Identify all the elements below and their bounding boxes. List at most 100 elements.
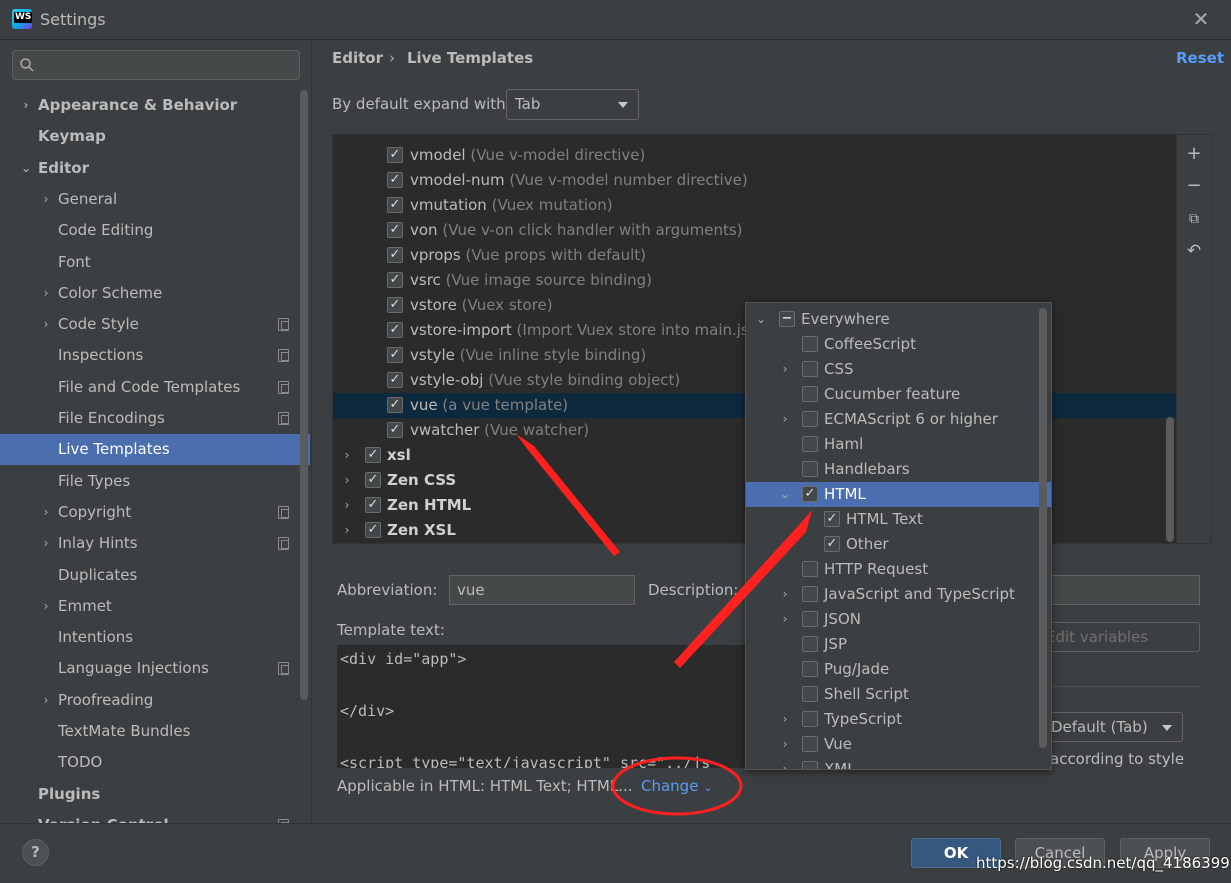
context-item-everywhere[interactable]: ⌄ Everywhere — [746, 307, 1051, 332]
template-checkbox[interactable] — [387, 197, 403, 213]
chevron-right-icon[interactable]: › — [341, 468, 353, 493]
context-checkbox[interactable] — [802, 561, 818, 577]
sidebar-scrollbar[interactable] — [300, 90, 308, 700]
expand-with-select[interactable]: Default (Tab) — [1048, 712, 1183, 742]
template-checkbox[interactable] — [387, 297, 403, 313]
sidebar-item-emmet[interactable]: › Emmet — [0, 591, 310, 622]
sidebar-item-code-editing[interactable]: Code Editing — [0, 215, 310, 246]
context-item-pug-jade[interactable]: Pug/Jade — [746, 657, 1051, 682]
template-row[interactable]: vsrc (Vue image source binding) — [333, 268, 1176, 293]
popup-scrollbar[interactable] — [1039, 308, 1047, 748]
context-item-http-request[interactable]: HTTP Request — [746, 557, 1051, 582]
chevron-right-icon[interactable]: › — [40, 309, 52, 340]
change-context-link[interactable]: Change ⌄ — [641, 777, 712, 795]
template-checkbox[interactable] — [387, 247, 403, 263]
chevron-right-icon[interactable]: › — [40, 591, 52, 622]
sidebar-item-live-templates[interactable]: Live Templates — [0, 434, 310, 466]
context-checkbox[interactable] — [802, 711, 818, 727]
sidebar-item-duplicates[interactable]: Duplicates — [0, 560, 310, 591]
chevron-right-icon[interactable]: › — [341, 518, 353, 543]
context-checkbox[interactable] — [802, 736, 818, 752]
reformat-option-label[interactable]: according to style — [1050, 750, 1184, 768]
sidebar-item-file-encodings[interactable]: File Encodings — [0, 403, 310, 434]
chevron-right-icon[interactable]: › — [778, 732, 792, 757]
template-row[interactable]: vprops (Vue props with default) — [333, 243, 1176, 268]
help-button[interactable]: ? — [22, 839, 49, 866]
description-input[interactable] — [1040, 575, 1200, 605]
chevron-right-icon[interactable]: › — [40, 685, 52, 716]
edit-variables-button[interactable]: Edit variables — [1040, 622, 1200, 652]
sidebar-item-file-types[interactable]: File Types — [0, 466, 310, 497]
context-item-javascript-and-typescript[interactable]: › JavaScript and TypeScript — [746, 582, 1051, 607]
context-item-css[interactable]: › CSS — [746, 357, 1051, 382]
close-icon[interactable]: ✕ — [1190, 9, 1212, 31]
chevron-right-icon[interactable]: › — [40, 184, 52, 215]
chevron-right-icon[interactable]: › — [40, 528, 52, 559]
abbreviation-input[interactable]: vue — [449, 575, 635, 605]
sidebar-item-font[interactable]: Font — [0, 247, 310, 278]
chevron-down-icon[interactable]: ⌄ — [20, 153, 32, 184]
chevron-right-icon[interactable]: › — [40, 278, 52, 309]
chevron-right-icon[interactable]: › — [778, 757, 792, 769]
restore-icon[interactable]: ↶ — [1185, 242, 1203, 260]
context-checkbox[interactable] — [824, 536, 840, 552]
template-row[interactable]: vmodel (Vue v-model directive) — [333, 143, 1176, 168]
add-icon[interactable]: + — [1185, 145, 1203, 163]
chevron-right-icon[interactable]: › — [778, 582, 792, 607]
template-checkbox[interactable] — [387, 172, 403, 188]
chevron-right-icon[interactable]: › — [341, 443, 353, 468]
template-checkbox[interactable] — [387, 272, 403, 288]
context-checkbox[interactable] — [779, 311, 795, 327]
group-checkbox[interactable] — [365, 447, 381, 463]
group-checkbox[interactable] — [365, 522, 381, 538]
context-checkbox[interactable] — [802, 486, 818, 502]
sidebar-item-file-and-code-templates[interactable]: File and Code Templates — [0, 372, 310, 403]
templates-scrollbar[interactable] — [1166, 417, 1174, 542]
chevron-down-icon[interactable]: ⌄ — [778, 482, 792, 507]
context-checkbox[interactable] — [802, 686, 818, 702]
sidebar-item-proofreading[interactable]: › Proofreading — [0, 685, 310, 716]
breadcrumb-editor[interactable]: Editor — [332, 49, 383, 67]
context-item-ecmascript-6-or-higher[interactable]: › ECMAScript 6 or higher — [746, 407, 1051, 432]
group-checkbox[interactable] — [365, 472, 381, 488]
template-checkbox[interactable] — [387, 322, 403, 338]
chevron-right-icon[interactable]: › — [20, 810, 32, 823]
remove-icon[interactable]: − — [1185, 177, 1203, 195]
sidebar-item-intentions[interactable]: Intentions — [0, 622, 310, 653]
chevron-down-icon[interactable]: ⌄ — [754, 307, 768, 332]
template-checkbox[interactable] — [387, 372, 403, 388]
template-row[interactable]: vmodel-num (Vue v-model number directive… — [333, 168, 1176, 193]
template-row[interactable]: von (Vue v-on click handler with argumen… — [333, 218, 1176, 243]
chevron-right-icon[interactable]: › — [778, 607, 792, 632]
reset-link[interactable]: Reset — [1176, 49, 1224, 67]
context-checkbox[interactable] — [802, 436, 818, 452]
context-item-cucumber-feature[interactable]: Cucumber feature — [746, 382, 1051, 407]
context-checkbox[interactable] — [802, 761, 818, 769]
sidebar-item-general[interactable]: › General — [0, 184, 310, 215]
sidebar-item-appearance-behavior[interactable]: › Appearance & Behavior — [0, 90, 310, 121]
template-checkbox[interactable] — [387, 222, 403, 238]
chevron-right-icon[interactable]: › — [778, 357, 792, 382]
sidebar-item-inlay-hints[interactable]: › Inlay Hints — [0, 528, 310, 559]
template-checkbox[interactable] — [387, 422, 403, 438]
settings-search-input[interactable] — [12, 50, 300, 80]
sidebar-item-editor[interactable]: ⌄ Editor — [0, 153, 310, 184]
context-item-html[interactable]: ⌄ HTML — [746, 482, 1051, 507]
template-checkbox[interactable] — [387, 397, 403, 413]
context-checkbox[interactable] — [802, 336, 818, 352]
context-checkbox[interactable] — [802, 386, 818, 402]
expand-key-select[interactable]: Tab — [506, 89, 639, 120]
context-item-haml[interactable]: Haml — [746, 432, 1051, 457]
context-item-html-text[interactable]: HTML Text — [746, 507, 1051, 532]
template-row[interactable]: vmutation (Vuex mutation) — [333, 193, 1176, 218]
context-checkbox[interactable] — [802, 586, 818, 602]
sidebar-item-version-control[interactable]: › Version Control — [0, 810, 310, 823]
sidebar-item-color-scheme[interactable]: › Color Scheme — [0, 278, 310, 309]
context-item-typescript[interactable]: › TypeScript — [746, 707, 1051, 732]
context-item-handlebars[interactable]: Handlebars — [746, 457, 1051, 482]
context-checkbox[interactable] — [802, 361, 818, 377]
sidebar-item-code-style[interactable]: › Code Style — [0, 309, 310, 340]
sidebar-item-keymap[interactable]: Keymap — [0, 121, 310, 152]
chevron-right-icon[interactable]: › — [778, 407, 792, 432]
context-checkbox[interactable] — [802, 611, 818, 627]
